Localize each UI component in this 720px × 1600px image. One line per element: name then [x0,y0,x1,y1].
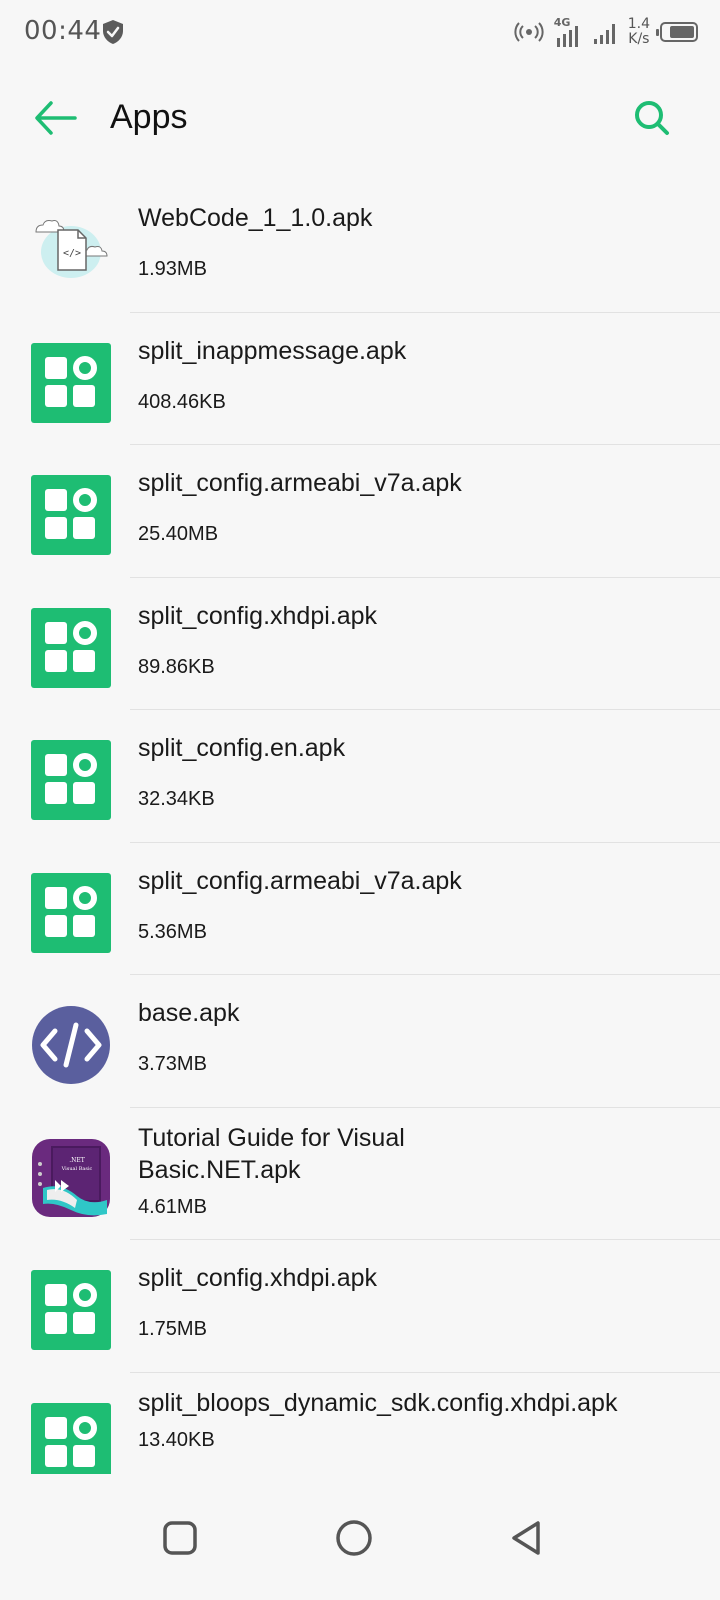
list-item[interactable]: split_inappmessage.apk 408.46KB [0,313,720,445]
circle-icon [336,1520,372,1556]
shield-icon [103,20,123,44]
file-size: 89.86KB [138,655,215,678]
app-grid-icon [31,872,111,953]
file-name: split_config.xhdpi.apk [138,1264,378,1292]
app-bar: Apps [0,66,720,176]
file-name: split_config.armeabi_v7a.apk [138,866,462,895]
file-name: WebCode_1_1.0.apk [138,204,373,232]
svg-text:</>: </> [63,248,81,259]
file-size: 25.40MB [138,523,219,545]
list-item[interactable]: </> WebCode_1_1.0.apk 1.93MB [0,180,720,313]
search-icon [635,101,669,135]
file-name: split_inappmessage.apk [138,336,407,365]
list-item[interactable]: .NET Visual Basic Tutorial Guide for Vis… [0,1108,720,1240]
svg-text:.NET: .NET [69,1157,85,1164]
file-size: 13.40KB [138,1428,215,1451]
back-arrow-icon [35,101,77,135]
file-name: split_config.armeabi_v7a.apk [138,469,462,497]
app-grid-icon [31,740,111,820]
recents-button[interactable] [150,1508,210,1568]
file-name: Tutorial Guide for Visual Basic.NET.apk [138,1123,405,1184]
svg-text:Visual Basic: Visual Basic [61,1166,93,1172]
status-bar: 00:44 4G 1.4 K/s [0,0,720,66]
file-name: split_config.en.apk [138,734,346,762]
signal-icon [593,24,615,44]
list-item[interactable]: split_config.xhdpi.apk 89.86KB [0,578,720,710]
system-nav-bar [0,1474,720,1600]
status-time: 00:44 [24,16,102,46]
file-size: 32.34KB [138,788,215,810]
list-item[interactable]: split_config.armeabi_v7a.apk 25.40MB [0,445,720,578]
app-grid-icon [31,1402,111,1474]
app-grid-icon [31,342,111,423]
status-icons: 4G 1.4 K/s [514,14,698,50]
file-size: 1.75MB [138,1318,207,1340]
search-button[interactable] [630,96,674,140]
home-button[interactable] [324,1508,384,1568]
back-nav-button[interactable] [496,1508,556,1568]
signal-4g-icon: 4G [554,16,582,48]
apk-file-list: </> WebCode_1_1.0.apk 1.93MB split_inapp… [0,180,720,1474]
list-item[interactable]: split_bloops_dynamic_sdk.config.xhdpi.ap… [0,1373,720,1474]
list-item[interactable]: split_config.xhdpi.apk 1.75MB [0,1240,720,1373]
list-item[interactable]: base.apk 3.73MB [0,975,720,1108]
page-title: Apps [110,98,188,136]
code-brackets-icon [32,1006,110,1084]
square-icon [163,1521,197,1555]
file-size: 1.93MB [138,258,207,280]
app-grid-icon [31,1270,111,1350]
hotspot-icon [514,22,544,42]
triangle-back-icon [512,1521,540,1555]
file-name: base.apk [138,999,240,1027]
file-size: 3.73MB [138,1053,207,1075]
network-speed: 1.4 K/s [627,16,650,47]
file-size: 4.61MB [138,1195,207,1218]
file-size: 5.36MB [138,920,207,943]
app-grid-icon [31,475,111,555]
back-button[interactable] [30,96,80,140]
file-name: split_config.xhdpi.apk [138,601,378,630]
webcode-file-icon: </> [35,220,108,278]
file-size: 408.46KB [138,390,226,413]
list-item[interactable]: split_config.en.apk 32.34KB [0,710,720,843]
app-grid-icon [31,607,111,688]
battery-icon [656,22,698,42]
list-item[interactable]: split_config.armeabi_v7a.apk 5.36MB [0,843,720,975]
visual-basic-book-icon: .NET Visual Basic [32,1138,110,1217]
file-name: split_bloops_dynamic_sdk.config.xhdpi.ap… [138,1388,618,1417]
